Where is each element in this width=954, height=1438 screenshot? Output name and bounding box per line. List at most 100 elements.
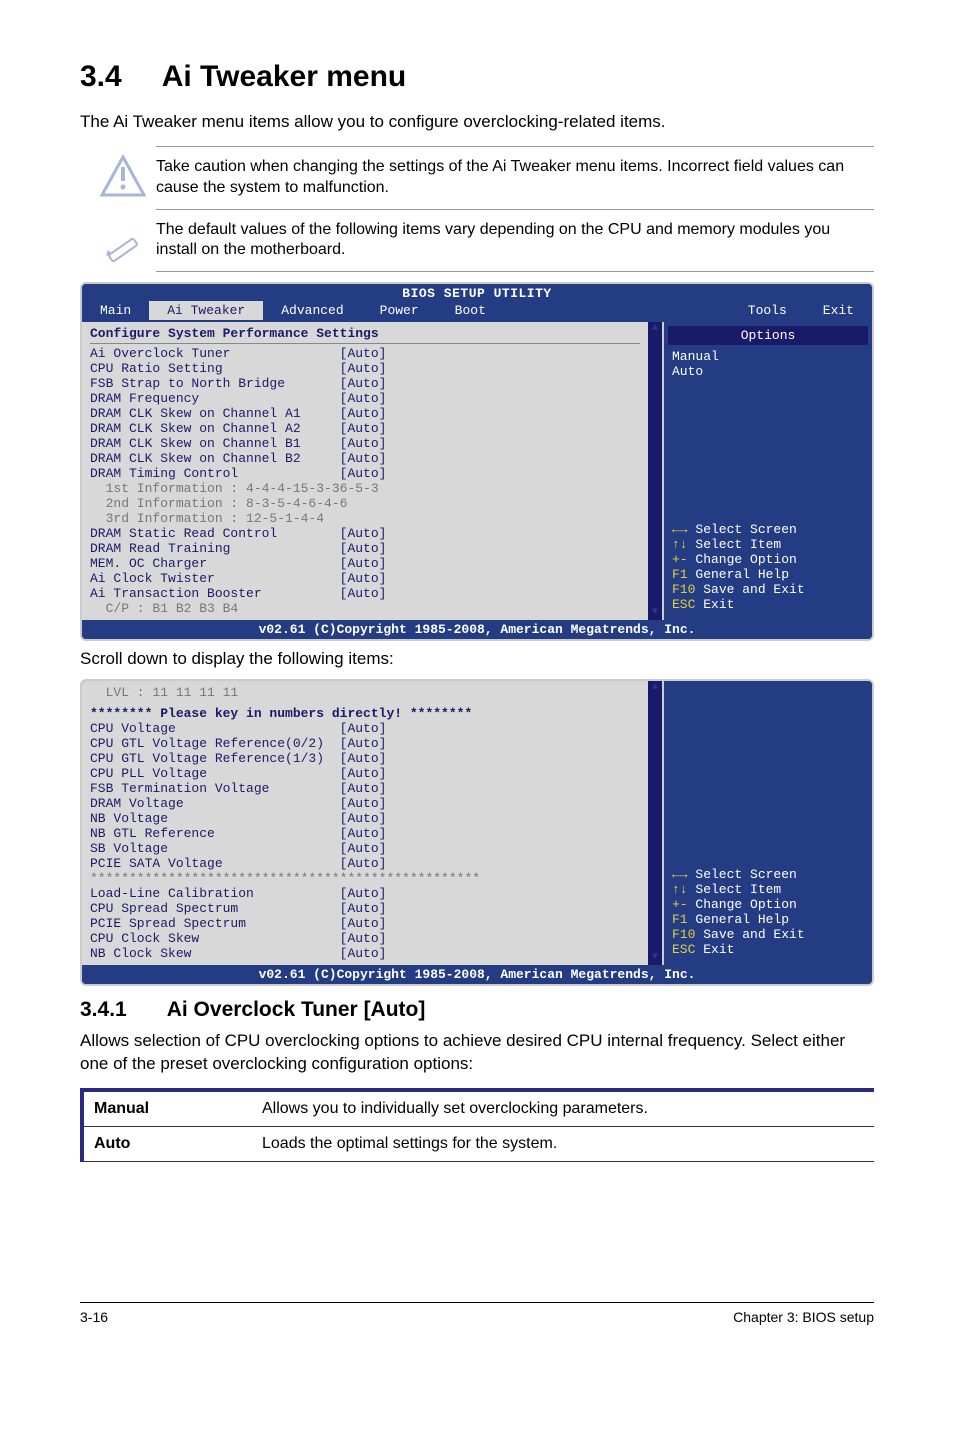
legend-row: ESC Exit <box>672 942 864 957</box>
options-table: Manual Allows you to individually set ov… <box>80 1088 874 1162</box>
legend-row: F1 General Help <box>672 567 864 582</box>
tab-advanced[interactable]: Advanced <box>263 301 361 320</box>
setting-row[interactable]: FSB Strap to North Bridge [Auto] <box>90 376 640 391</box>
tab-tools[interactable]: Tools <box>730 301 805 320</box>
bios-panel-1: BIOS SETUP UTILITY Main Ai Tweaker Advan… <box>80 282 874 641</box>
setting-row[interactable]: DRAM CLK Skew on Channel A2 [Auto] <box>90 421 640 436</box>
subsection-heading: 3.4.1 Ai Overclock Tuner [Auto] <box>80 998 874 1022</box>
setting-row[interactable]: Ai Overclock Tuner [Auto] <box>90 346 640 361</box>
scroll-down-icon[interactable]: ▼ <box>652 606 658 620</box>
legend-row: ←→ Select Screen <box>672 867 864 882</box>
setting-row[interactable]: CPU Spread Spectrum [Auto] <box>90 901 640 916</box>
tab-boot[interactable]: Boot <box>437 301 504 320</box>
opt-desc: Allows you to individually set overclock… <box>252 1090 874 1127</box>
subsection-title: Ai Overclock Tuner [Auto] <box>167 998 426 1021</box>
bios-settings-list: Configure System Performance Settings Ai… <box>82 322 648 620</box>
legend-row: ESC Exit <box>672 597 864 612</box>
setting-row[interactable]: NB GTL Reference [Auto] <box>90 826 640 841</box>
option-auto: Auto <box>672 364 864 379</box>
chapter-label: Chapter 3: BIOS setup <box>733 1309 874 1325</box>
key-legend: ←→ Select Screen↑↓ Select Item+- Change … <box>664 518 872 616</box>
setting-row[interactable]: Load-Line Calibration [Auto] <box>90 886 640 901</box>
options-heading: Options <box>668 326 868 345</box>
legend-row: +- Change Option <box>672 897 864 912</box>
legend-row: F10 Save and Exit <box>672 927 864 942</box>
setting-row[interactable]: Ai Transaction Booster [Auto] <box>90 586 640 601</box>
setting-row[interactable]: MEM. OC Charger [Auto] <box>90 556 640 571</box>
caution-text: Take caution when changing the settings … <box>156 151 874 205</box>
setting-row[interactable]: NB Voltage [Auto] <box>90 811 640 826</box>
setting-row[interactable]: CPU Voltage [Auto] <box>90 721 640 736</box>
tab-power[interactable]: Power <box>362 301 437 320</box>
bios-title: BIOS SETUP UTILITY <box>82 284 872 301</box>
table-row: Auto Loads the optimal settings for the … <box>82 1127 874 1162</box>
setting-row[interactable]: PCIE Spread Spectrum [Auto] <box>90 916 640 931</box>
tab-main[interactable]: Main <box>82 301 149 320</box>
setting-row[interactable]: CPU Ratio Setting [Auto] <box>90 361 640 376</box>
bios-side-panel-2: ←→ Select Screen↑↓ Select Item+- Change … <box>662 681 872 965</box>
option-manual: Manual <box>672 349 864 364</box>
key-legend-2: ←→ Select Screen↑↓ Select Item+- Change … <box>664 863 872 961</box>
stars-line: ****************************************… <box>90 871 480 886</box>
info-note: The default values of the following item… <box>100 214 874 268</box>
legend-row: F10 Save and Exit <box>672 582 864 597</box>
setting-row[interactable]: DRAM CLK Skew on Channel B2 [Auto] <box>90 451 640 466</box>
setting-row[interactable]: 1st Information : 4-4-4-15-3-36-5-3 <box>90 481 640 496</box>
section-title-text: Ai Tweaker menu <box>162 60 407 93</box>
page-number: 3-16 <box>80 1309 108 1325</box>
scroll-note: Scroll down to display the following ite… <box>80 649 874 669</box>
bios-panel-2: LVL : 11 11 11 11 ******** Please key in… <box>80 679 874 986</box>
config-heading: Configure System Performance Settings <box>90 326 640 344</box>
setting-row[interactable]: CPU PLL Voltage [Auto] <box>90 766 640 781</box>
scroll-down-icon[interactable]: ▼ <box>652 951 658 965</box>
subsection-number: 3.4.1 <box>80 998 127 1021</box>
page-footer: 3-16 Chapter 3: BIOS setup <box>80 1302 874 1355</box>
banner-line: ******** Please key in numbers directly!… <box>90 706 472 721</box>
setting-row[interactable]: DRAM CLK Skew on Channel B1 [Auto] <box>90 436 640 451</box>
tab-exit[interactable]: Exit <box>805 301 872 320</box>
legend-row: ↑↓ Select Item <box>672 882 864 897</box>
setting-row[interactable]: CPU GTL Voltage Reference(1/3) [Auto] <box>90 751 640 766</box>
scroll-bar-2[interactable]: ▲ ▼ <box>648 681 662 965</box>
setting-row[interactable]: Ai Clock Twister [Auto] <box>90 571 640 586</box>
opt-key: Manual <box>82 1090 252 1127</box>
scroll-up-icon[interactable]: ▲ <box>652 681 658 695</box>
legend-row: +- Change Option <box>672 552 864 567</box>
setting-row[interactable]: 3rd Information : 12-5-1-4-4 <box>90 511 640 526</box>
caution-note: Take caution when changing the settings … <box>100 151 874 205</box>
bios-footer: v02.61 (C)Copyright 1985-2008, American … <box>82 620 872 639</box>
caution-icon <box>100 153 146 199</box>
setting-row[interactable]: DRAM Frequency [Auto] <box>90 391 640 406</box>
setting-row[interactable]: DRAM Voltage [Auto] <box>90 796 640 811</box>
opt-key: Auto <box>82 1127 252 1162</box>
legend-row: ↑↓ Select Item <box>672 537 864 552</box>
setting-row[interactable]: 2nd Information : 8-3-5-4-6-4-6 <box>90 496 640 511</box>
bios-side-panel: Options Manual Auto ←→ Select Screen↑↓ S… <box>662 322 872 620</box>
section-number: 3.4 <box>80 60 122 93</box>
table-row: Manual Allows you to individually set ov… <box>82 1090 874 1127</box>
info-text: The default values of the following item… <box>156 214 874 268</box>
pencil-icon <box>100 216 146 262</box>
intro-text: The Ai Tweaker menu items allow you to c… <box>80 112 874 132</box>
setting-row[interactable]: SB Voltage [Auto] <box>90 841 640 856</box>
setting-row[interactable]: FSB Termination Voltage [Auto] <box>90 781 640 796</box>
setting-row[interactable]: PCIE SATA Voltage [Auto] <box>90 856 640 871</box>
scroll-up-icon[interactable]: ▲ <box>652 322 658 336</box>
opt-desc: Loads the optimal settings for the syste… <box>252 1127 874 1162</box>
subsection-body: Allows selection of CPU overclocking opt… <box>80 1030 874 1076</box>
setting-row[interactable]: CPU GTL Voltage Reference(0/2) [Auto] <box>90 736 640 751</box>
setting-row[interactable]: DRAM Timing Control [Auto] <box>90 466 640 481</box>
setting-row[interactable]: CPU Clock Skew [Auto] <box>90 931 640 946</box>
legend-row: F1 General Help <box>672 912 864 927</box>
setting-row[interactable]: NB Clock Skew [Auto] <box>90 946 640 961</box>
bios-footer-2: v02.61 (C)Copyright 1985-2008, American … <box>82 965 872 984</box>
bios-tabs: Main Ai Tweaker Advanced Power Boot Tool… <box>82 301 872 322</box>
scroll-bar[interactable]: ▲ ▼ <box>648 322 662 620</box>
setting-row[interactable]: DRAM Static Read Control [Auto] <box>90 526 640 541</box>
section-heading: 3.4 Ai Tweaker menu <box>80 60 874 94</box>
bios-settings-list-2: LVL : 11 11 11 11 ******** Please key in… <box>82 681 648 965</box>
tab-ai-tweaker[interactable]: Ai Tweaker <box>149 301 263 320</box>
setting-row[interactable]: DRAM Read Training [Auto] <box>90 541 640 556</box>
setting-row[interactable]: DRAM CLK Skew on Channel A1 [Auto] <box>90 406 640 421</box>
setting-row[interactable]: C/P : B1 B2 B3 B4 <box>90 601 640 616</box>
